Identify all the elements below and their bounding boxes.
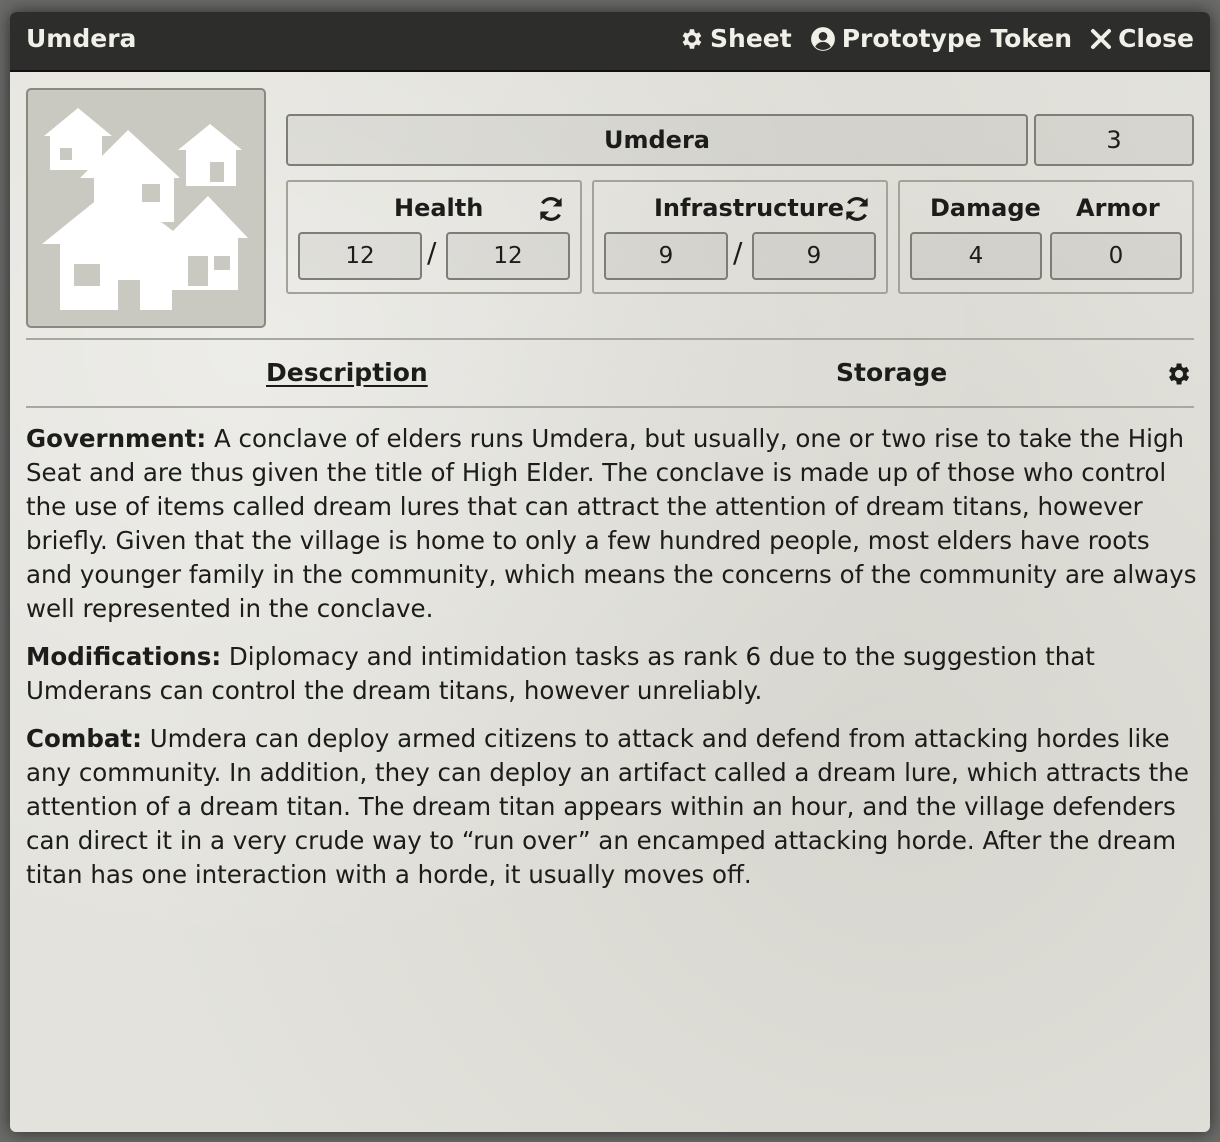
actor-sheet-window: Umdera Sheet Prototype Token Close Umder… — [10, 12, 1210, 1132]
health-label: Health — [394, 194, 484, 222]
user-circle-icon — [810, 26, 836, 52]
description-paragraph-modifications: Modifications: Diplomacy and intimidatio… — [26, 640, 1198, 708]
health-separator: / — [427, 236, 437, 269]
tab-settings-gear-icon[interactable] — [1164, 360, 1192, 392]
damage-armor-stat-group: Damage Armor 4 0 — [898, 180, 1194, 294]
armor-field[interactable]: 0 — [1050, 232, 1182, 280]
health-refresh-icon[interactable] — [536, 194, 566, 228]
infrastructure-label: Infrastructure — [654, 194, 845, 222]
damage-field[interactable]: 4 — [910, 232, 1042, 280]
close-button[interactable]: Close — [1090, 24, 1194, 53]
infrastructure-refresh-icon[interactable] — [842, 194, 872, 228]
health-max-field[interactable]: 12 — [446, 232, 570, 280]
health-current-field[interactable]: 12 — [298, 232, 422, 280]
prototype-token-button[interactable]: Prototype Token — [810, 24, 1072, 53]
close-label: Close — [1118, 24, 1194, 53]
close-icon — [1090, 28, 1112, 50]
modifications-heading: Modifications: — [26, 642, 222, 671]
actor-level-field[interactable]: 3 — [1034, 114, 1194, 166]
infrastructure-separator: / — [733, 236, 743, 269]
health-stat-group: Health 12 / 12 — [286, 180, 582, 294]
tab-description[interactable]: Description — [266, 358, 428, 387]
description-content[interactable]: Government: A conclave of elders runs Um… — [26, 422, 1198, 906]
combat-text: Umdera can deploy armed citizens to atta… — [26, 724, 1189, 889]
infrastructure-current-field[interactable]: 9 — [604, 232, 728, 280]
actor-portrait[interactable] — [26, 88, 266, 328]
infrastructure-max-field[interactable]: 9 — [752, 232, 876, 280]
government-text: A conclave of elders runs Umdera, but us… — [26, 424, 1197, 623]
description-paragraph-combat: Combat: Umdera can deploy armed citizens… — [26, 722, 1198, 892]
window-title: Umdera — [26, 24, 137, 53]
sheet-label: Sheet — [710, 24, 792, 53]
window-titlebar[interactable]: Umdera Sheet Prototype Token Close — [10, 12, 1210, 72]
combat-heading: Combat: — [26, 724, 142, 753]
gear-icon — [678, 26, 704, 52]
sheet-button[interactable]: Sheet — [678, 24, 792, 53]
village-houses-icon — [28, 108, 264, 330]
armor-label: Armor — [1076, 194, 1160, 222]
infrastructure-stat-group: Infrastructure 9 / 9 — [592, 180, 888, 294]
header-controls: Sheet Prototype Token Close — [678, 24, 1194, 53]
description-paragraph-government: Government: A conclave of elders runs Um… — [26, 422, 1198, 626]
government-heading: Government: — [26, 424, 207, 453]
tab-storage[interactable]: Storage — [836, 358, 947, 387]
damage-label: Damage — [930, 194, 1041, 222]
actor-name-field[interactable]: Umdera — [286, 114, 1028, 166]
sheet-tabs: Description Storage — [26, 338, 1194, 408]
prototype-token-label: Prototype Token — [841, 24, 1073, 53]
